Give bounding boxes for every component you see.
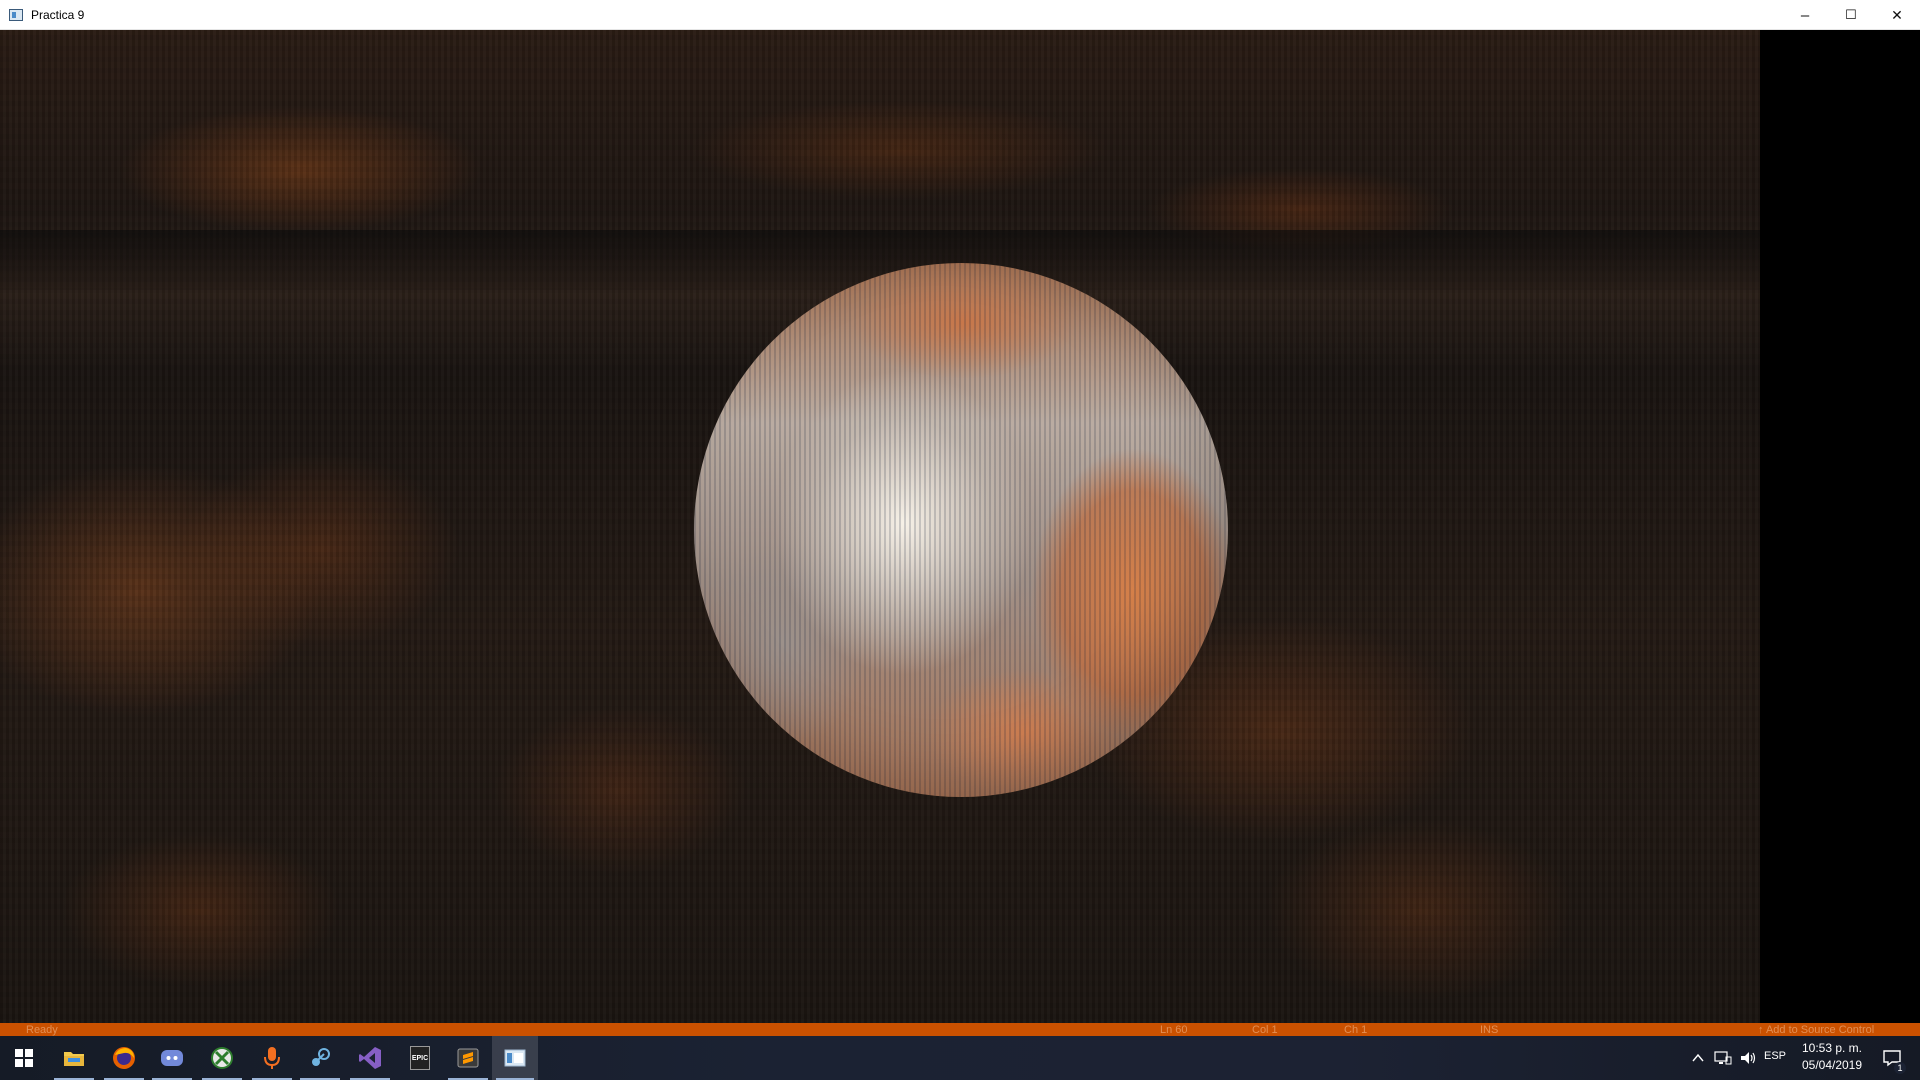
taskbar-recorder[interactable] <box>248 1036 296 1080</box>
maximize-icon: ☐ <box>1845 7 1857 22</box>
taskbar-xbox[interactable] <box>198 1036 246 1080</box>
clock-date: 05/04/2019 <box>1801 1058 1863 1072</box>
status-ins: INS <box>1480 1024 1499 1036</box>
sublime-icon <box>457 1048 479 1068</box>
taskbar-file-explorer[interactable] <box>50 1036 98 1080</box>
system-tray <box>1692 1036 1758 1080</box>
window-controls: – ☐ ✕ <box>1782 0 1920 30</box>
taskbar-discord[interactable] <box>148 1036 196 1080</box>
title-bar[interactable]: Practica 9 – ☐ ✕ <box>0 0 1920 30</box>
taskbar-practica-9[interactable] <box>492 1036 538 1080</box>
app-window-icon <box>9 8 23 21</box>
firefox-icon <box>113 1047 135 1069</box>
close-icon: ✕ <box>1891 6 1903 23</box>
taskbar-epic-games[interactable]: EPIC <box>396 1036 444 1080</box>
clock-time: 10:53 p. m. <box>1801 1041 1863 1055</box>
network-icon[interactable] <box>1714 1050 1732 1066</box>
folder-icon <box>64 1052 84 1066</box>
steam-icon <box>312 1048 330 1066</box>
taskbar-visual-studio[interactable] <box>346 1036 394 1080</box>
action-center-button[interactable]: 1 <box>1872 1036 1912 1080</box>
render-viewport[interactable] <box>0 30 1920 1030</box>
epic-games-icon: EPIC <box>410 1046 430 1070</box>
window-title: Practica 9 <box>31 7 85 22</box>
opengl-window-icon <box>504 1049 526 1067</box>
discord-icon <box>161 1050 183 1066</box>
volume-icon[interactable] <box>1740 1050 1758 1066</box>
windows-logo-icon <box>15 1049 33 1067</box>
taskbar-steam[interactable] <box>296 1036 344 1080</box>
minimize-icon: – <box>1800 6 1810 24</box>
status-source-control: ↑ Add to Source Control <box>1758 1024 1875 1036</box>
status-col: Col 1 <box>1252 1024 1278 1036</box>
status-line: Ln 60 <box>1160 1024 1188 1036</box>
taskbar-firefox[interactable] <box>100 1036 148 1080</box>
maximize-button[interactable]: ☐ <box>1828 0 1874 30</box>
visual-studio-icon <box>359 1047 381 1069</box>
taskbar: EPIC ESP 10:53 p. m. 05/04/2019 1 <box>0 1036 1920 1080</box>
start-button[interactable] <box>0 1036 48 1080</box>
minimize-button[interactable]: – <box>1782 0 1828 30</box>
close-button[interactable]: ✕ <box>1874 0 1920 30</box>
status-ch: Ch 1 <box>1344 1024 1368 1036</box>
clock[interactable]: 10:53 p. m. 05/04/2019 <box>1792 1040 1872 1074</box>
textured-sphere <box>694 263 1228 797</box>
language-indicator[interactable]: ESP <box>1764 1050 1786 1062</box>
status-ready: Ready <box>26 1024 58 1036</box>
taskbar-sublime[interactable] <box>444 1036 492 1080</box>
xbox-icon <box>211 1047 233 1069</box>
epic-games-label: EPIC <box>411 1054 429 1062</box>
chevron-up-icon[interactable] <box>1692 1053 1704 1063</box>
microphone-icon <box>264 1047 280 1069</box>
notification-count: 1 <box>1894 1062 1906 1074</box>
rusted-metal-background <box>0 30 1760 1030</box>
